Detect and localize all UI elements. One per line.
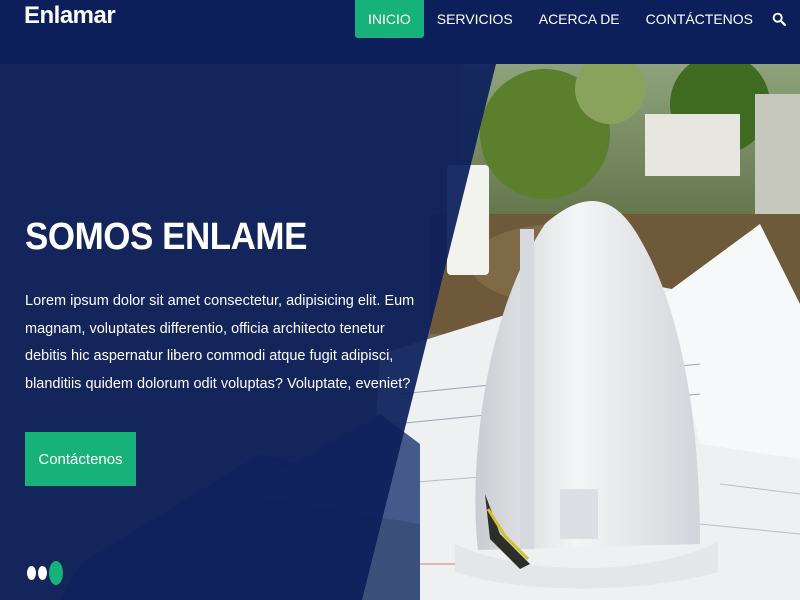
brand-logo[interactable]: Enlamar — [24, 2, 116, 30]
slider-dot-3-active[interactable] — [49, 561, 63, 585]
slider-dot-2[interactable] — [38, 566, 47, 580]
hero-description: Lorem ipsum dolor sit amet consectetur, … — [25, 293, 415, 392]
hero-title: SOMOS ENLAME — [25, 216, 307, 258]
slider-dot-1[interactable] — [27, 566, 36, 580]
search-icon — [772, 12, 786, 26]
hero-slider: SOMOS ENLAME Lorem ipsum dolor sit amet … — [0, 64, 800, 600]
nav-link-contactenos[interactable]: CONTÁCTENOS — [633, 0, 766, 38]
search-button[interactable] — [766, 0, 800, 38]
main-nav: INICIO SERVICIOS ACERCA DE CONTÁCTENOS — [354, 0, 800, 38]
nav-link-acerca-de[interactable]: ACERCA DE — [526, 0, 633, 38]
contact-button[interactable]: Contáctenos — [25, 432, 136, 486]
nav-link-inicio[interactable]: INICIO — [354, 0, 424, 38]
nav-link-servicios[interactable]: SERVICIOS — [424, 0, 526, 38]
navbar: Enlamar INICIO SERVICIOS ACERCA DE CONTÁ… — [0, 0, 800, 64]
slider-dots — [27, 561, 63, 585]
